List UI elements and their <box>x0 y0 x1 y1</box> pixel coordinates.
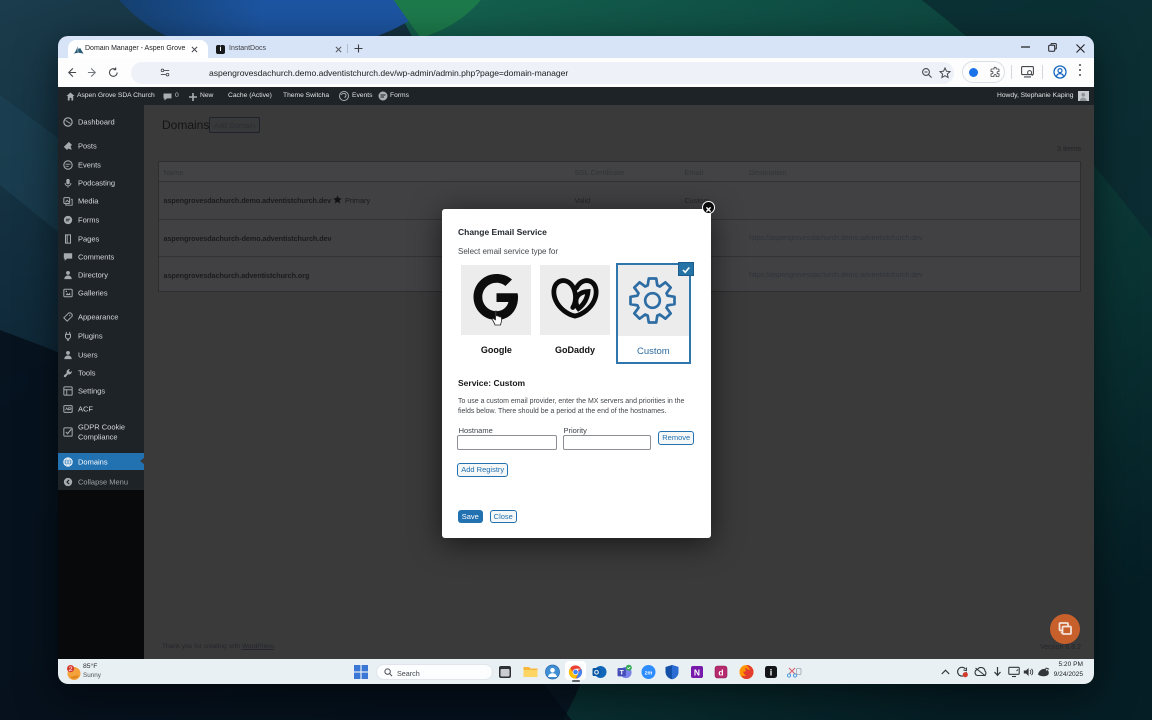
svg-text:zm: zm <box>645 670 653 676</box>
svg-text:O: O <box>594 669 599 676</box>
svg-text:2: 2 <box>69 666 73 673</box>
svg-text:d: d <box>718 667 723 677</box>
svg-text:N: N <box>694 667 700 677</box>
svg-text:i: i <box>769 667 772 677</box>
